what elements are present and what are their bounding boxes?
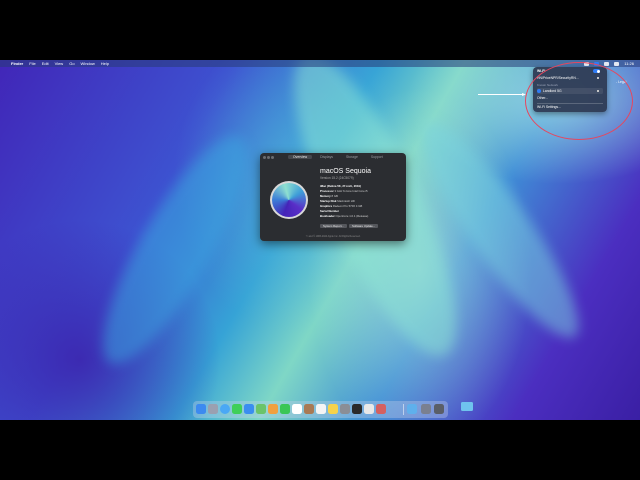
finder-icon[interactable] (196, 404, 206, 414)
zoom-button[interactable] (271, 156, 274, 159)
search-icon[interactable] (604, 61, 610, 66)
app-window-icon[interactable] (434, 404, 444, 414)
software-update-button[interactable]: Software Update... (349, 224, 379, 228)
spec-startup-disk: Startup Disk Macintosh HD (320, 199, 355, 203)
system-report-button[interactable]: System Report... (320, 224, 347, 228)
dock (193, 401, 448, 418)
facetime-icon[interactable] (280, 404, 290, 414)
menu-edit[interactable]: Edit (42, 60, 49, 67)
trash-icon[interactable] (421, 404, 431, 414)
menu-file[interactable]: File (29, 60, 35, 67)
launchpad-icon[interactable] (208, 404, 218, 414)
control-center-icon[interactable] (614, 61, 620, 66)
menu-window[interactable]: Window (81, 60, 95, 67)
spec-graphics: Graphics Radeon Pro 570X 4 GB (320, 204, 363, 208)
tab-overview[interactable]: Overview (288, 155, 313, 159)
pointer-arrow (478, 93, 526, 96)
macos-logo-icon (270, 181, 308, 219)
desktop: Finder File Edit View Go Window Help 11:… (0, 60, 640, 420)
maps-icon[interactable] (256, 404, 266, 414)
spec-memory: Memory 8 GB (320, 194, 338, 198)
photos-icon[interactable] (268, 404, 278, 414)
menu-view[interactable]: View (55, 60, 64, 67)
menu-help[interactable]: Help (101, 60, 109, 67)
notes-icon[interactable] (328, 404, 338, 414)
tab-support[interactable]: Support (366, 155, 388, 159)
menu-go[interactable]: Go (69, 60, 74, 67)
close-button[interactable] (263, 156, 266, 159)
menu-clock[interactable]: 11:26 (624, 60, 634, 67)
spec-serial: Serial Number (320, 209, 339, 213)
messages-icon[interactable] (232, 404, 242, 414)
mail-icon[interactable] (244, 404, 254, 414)
contacts-icon[interactable] (304, 404, 314, 414)
wallpaper-streak (79, 119, 271, 381)
spec-model: iMac (Retina 5K, 27-inch, 2019) (320, 184, 361, 188)
window-titlebar: Overview Displays Storage Support (260, 153, 406, 162)
about-this-mac-window: Overview Displays Storage Support macOS … (260, 153, 406, 241)
textedit-icon[interactable] (364, 404, 374, 414)
highlight-circle (525, 62, 633, 140)
desktop-folder-icon[interactable] (461, 402, 473, 411)
os-version: Version 15.2 (24C5079) (320, 176, 354, 180)
tab-displays[interactable]: Displays (315, 155, 338, 159)
terminal-icon[interactable] (352, 404, 362, 414)
copyright-footer: ™ and © 1983-2024 Apple Inc. All Rights … (305, 235, 361, 238)
menu-finder[interactable]: Finder (11, 60, 23, 67)
os-name: macOS Sequoia (320, 168, 371, 175)
spec-processor: Processor 3 GHz 6-Core Intel Core i5 (320, 189, 368, 193)
preview-icon[interactable] (376, 404, 386, 414)
downloads-icon[interactable] (407, 404, 417, 414)
minimize-button[interactable] (267, 156, 270, 159)
system-settings-icon[interactable] (340, 404, 350, 414)
menu-bar: Finder File Edit View Go Window Help 11:… (0, 60, 640, 67)
calendar-icon[interactable] (292, 404, 302, 414)
safari-icon[interactable] (220, 404, 230, 414)
dock-separator (403, 404, 404, 415)
reminders-icon[interactable] (316, 404, 326, 414)
tab-storage[interactable]: Storage (341, 155, 363, 159)
spec-bootloader: Bootloader OpenCore 1.0.1 (Release) (320, 214, 369, 218)
tab-bar: Overview Displays Storage Support (288, 155, 388, 159)
